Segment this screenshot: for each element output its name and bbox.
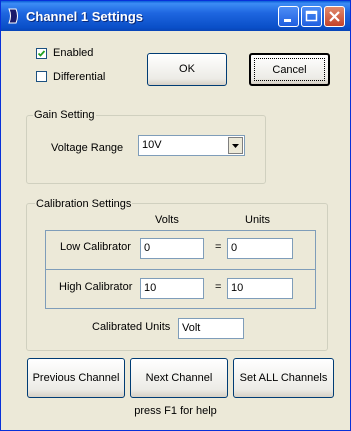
voltage-range-select[interactable]: 10V [138, 135, 245, 156]
minimize-icon [284, 19, 291, 22]
set-all-channels-label: Set ALL Channels [239, 372, 328, 384]
low-equals-sign: = [215, 241, 222, 253]
differential-checkbox[interactable] [36, 71, 47, 82]
ok-button[interactable]: OK [147, 53, 227, 86]
calibrated-units-label: Calibrated Units [92, 321, 171, 333]
dialog-body: Enabled Differential OK Cancel Gain Sett… [4, 31, 347, 428]
units-header: Units [245, 214, 271, 226]
high-equals-sign: = [215, 281, 222, 293]
gain-setting-title: Gain Setting [33, 109, 96, 121]
chevron-down-icon [232, 144, 239, 148]
check-mark-icon [37, 50, 46, 57]
low-calibrator-volts-input[interactable]: 0 [140, 238, 204, 259]
high-calibrator-units-input[interactable]: 10 [227, 278, 293, 299]
low-calibrator-units-input[interactable]: 0 [227, 238, 293, 259]
close-icon [329, 11, 340, 22]
previous-channel-button[interactable]: Previous Channel [27, 358, 125, 398]
calibrated-units-input[interactable]: Volt [178, 318, 244, 339]
ok-button-label: OK [179, 63, 195, 75]
previous-channel-label: Previous Channel [32, 372, 120, 384]
minimize-button[interactable] [278, 6, 299, 27]
app-icon [8, 8, 18, 24]
enabled-checkbox[interactable] [36, 48, 47, 59]
cancel-button-label: Cancel [272, 64, 307, 76]
title-bar[interactable]: Channel 1 Settings [1, 1, 350, 31]
channel-settings-dialog: Channel 1 Settings Enabled Differential … [0, 0, 351, 431]
set-all-channels-button[interactable]: Set ALL Channels [233, 358, 334, 398]
close-button[interactable] [324, 6, 345, 27]
volts-header: Volts [155, 214, 179, 226]
next-channel-label: Next Channel [145, 372, 213, 384]
maximize-icon [305, 10, 318, 22]
maximize-button[interactable] [301, 6, 322, 27]
differential-label[interactable]: Differential [53, 71, 105, 83]
next-channel-button[interactable]: Next Channel [130, 358, 228, 398]
voltage-range-value: 10V [142, 139, 162, 151]
calibration-settings-title: Calibration Settings [35, 198, 133, 210]
window-title: Channel 1 Settings [26, 9, 144, 24]
cancel-button[interactable]: Cancel [249, 53, 330, 86]
high-calibrator-volts-input[interactable]: 10 [140, 278, 204, 299]
high-calibrator-label: High Calibrator [59, 281, 133, 293]
low-calibrator-label: Low Calibrator [60, 241, 131, 253]
voltage-range-label: Voltage Range [51, 142, 124, 154]
help-hint: press F1 for help [134, 405, 217, 417]
enabled-label[interactable]: Enabled [53, 47, 93, 59]
dropdown-button[interactable] [228, 137, 243, 154]
